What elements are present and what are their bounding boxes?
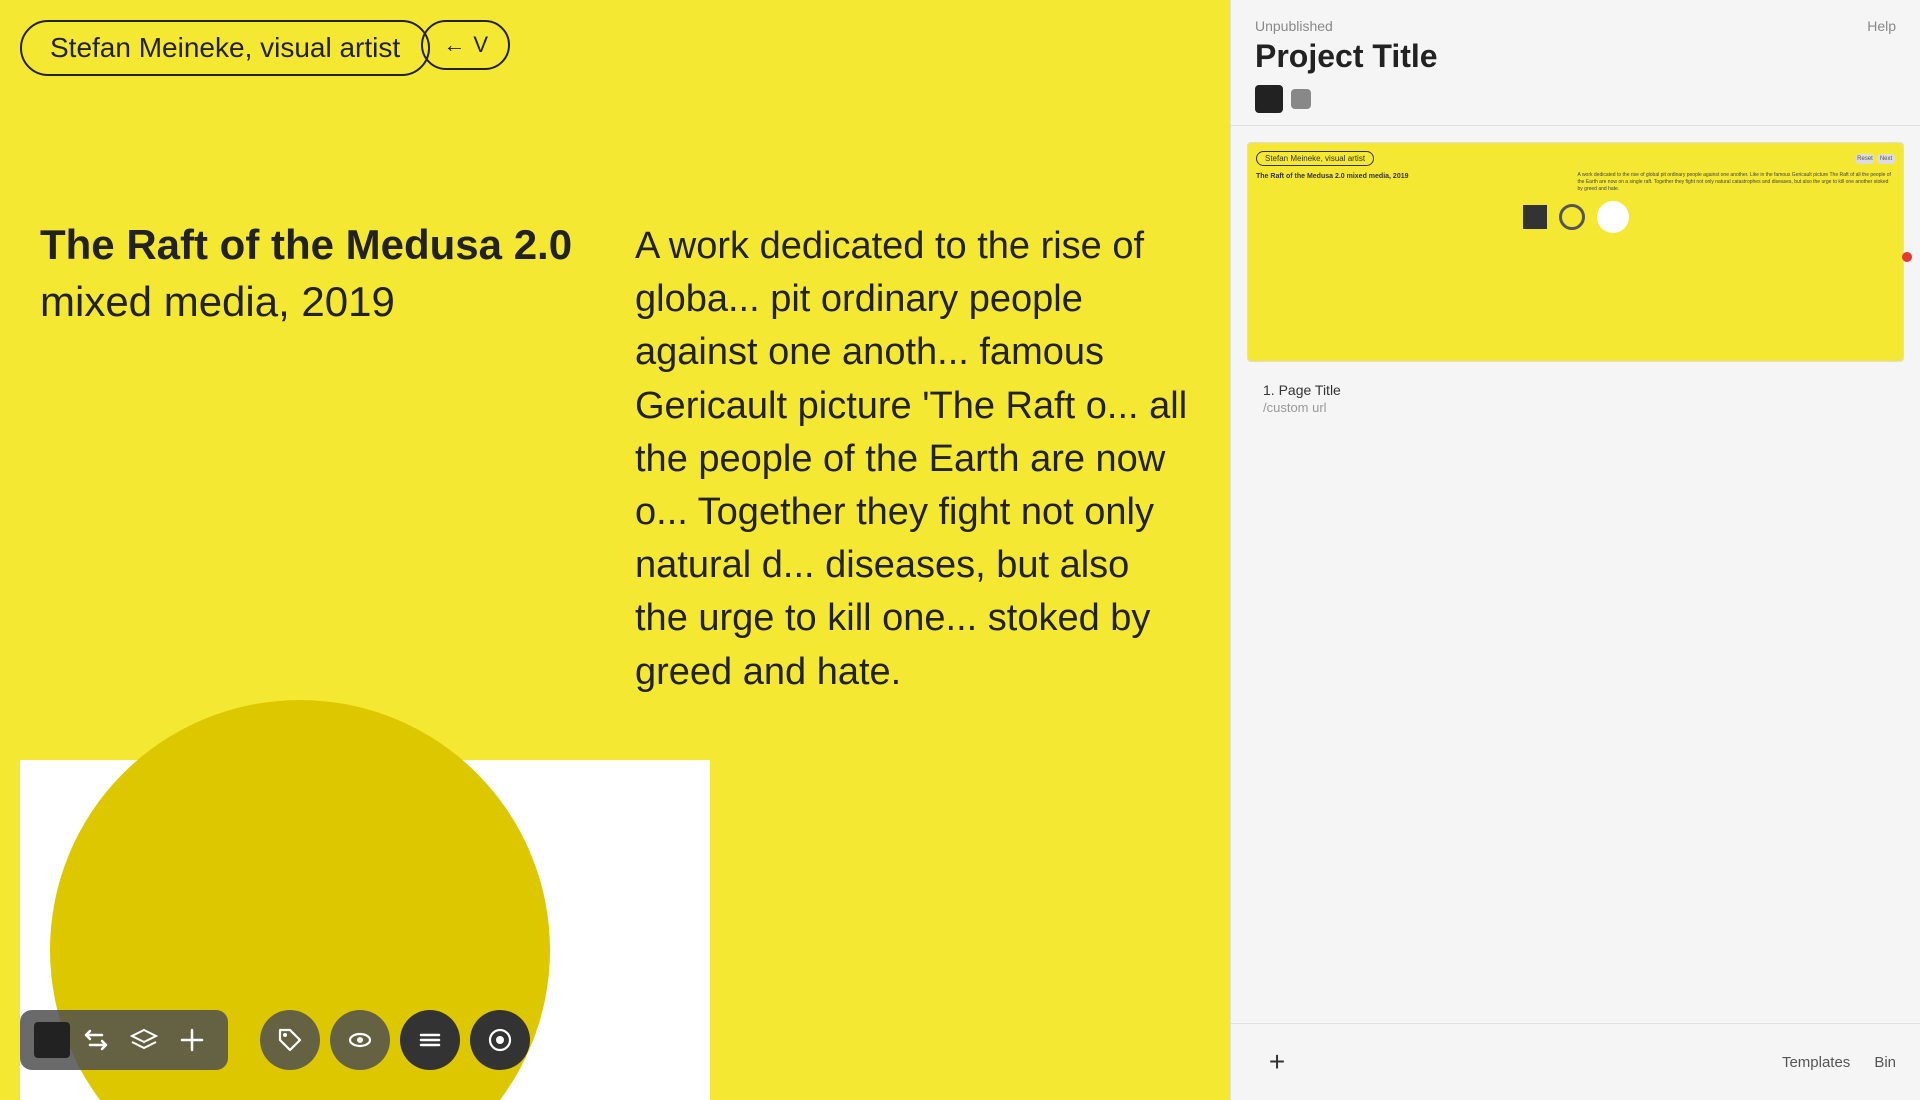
thumb-circle-outline-shape — [1559, 204, 1585, 230]
thumb-next-btn[interactable]: Next — [1877, 154, 1895, 164]
bottom-toolbar — [20, 1010, 228, 1070]
page-list-label: 1. Page Title — [1263, 382, 1888, 398]
templates-button[interactable]: Templates — [1782, 1054, 1850, 1071]
thumb-content: The Raft of the Medusa 2.0 mixed media, … — [1256, 172, 1895, 193]
plus-icon — [178, 1026, 206, 1054]
artwork-description: A work dedicated to the rise of globa...… — [635, 160, 1190, 699]
page-thumbnail[interactable]: Stefan Meineke, visual artist Reset Next… — [1247, 142, 1904, 362]
add-page-button[interactable]: + — [1255, 1040, 1299, 1084]
swap-icon — [82, 1026, 110, 1054]
back-arrow-icon[interactable]: ← — [443, 32, 465, 58]
publish-status: Unpublished — [1255, 18, 1333, 34]
content-area: The Raft of the Medusa 2.0 mixed media, … — [0, 120, 1230, 699]
thumb-buttons: Reset Next — [1856, 154, 1895, 164]
black-square-tool[interactable] — [34, 1022, 70, 1058]
thumb-shapes — [1256, 201, 1895, 233]
site-title-pill[interactable]: Stefan Meineke, visual artist — [20, 20, 430, 76]
artwork-description-area: A work dedicated to the rise of globa...… — [635, 160, 1190, 699]
settings-tool-button[interactable] — [470, 1010, 530, 1070]
thumbnail-area: Stefan Meineke, visual artist Reset Next… — [1231, 126, 1920, 1023]
thumb-reset-btn[interactable]: Reset — [1856, 154, 1874, 164]
swap-tool[interactable] — [74, 1018, 118, 1062]
eye-icon — [346, 1026, 374, 1054]
panel-bottom-actions: Templates Bin — [1782, 1054, 1896, 1071]
help-link[interactable]: Help — [1867, 18, 1896, 34]
page-list: 1. Page Title /custom url — [1247, 362, 1904, 435]
thumb-circle-white-shape — [1597, 201, 1629, 233]
right-panel: Unpublished Help Project Title Stefan Me… — [1230, 0, 1920, 1100]
artwork-info: The Raft of the Medusa 2.0 mixed media, … — [40, 160, 595, 699]
layers-tool[interactable] — [122, 1018, 166, 1062]
bottom-right-tools — [260, 1010, 530, 1070]
main-canvas: Stefan Meineke, visual artist ← V The Ra… — [0, 0, 1230, 1100]
tag-icon — [276, 1026, 304, 1054]
panel-colors — [1255, 85, 1896, 113]
nav-pill[interactable]: ← V — [421, 20, 510, 70]
panel-header: Unpublished Help Project Title — [1231, 0, 1920, 126]
view-tool-button[interactable] — [330, 1010, 390, 1070]
hamburger-icon — [416, 1026, 444, 1054]
thumbnail-inner: Stefan Meineke, visual artist Reset Next… — [1248, 143, 1903, 361]
add-tool[interactable] — [170, 1018, 214, 1062]
thumb-title-pill: Stefan Meineke, visual artist — [1256, 151, 1374, 166]
artwork-title: The Raft of the Medusa 2.0 — [40, 220, 595, 270]
panel-title[interactable]: Project Title — [1255, 38, 1896, 75]
thumb-header: Stefan Meineke, visual artist Reset Next — [1256, 151, 1895, 166]
menu-tool-button[interactable] — [400, 1010, 460, 1070]
thumb-left-text: The Raft of the Medusa 2.0 mixed media, … — [1256, 172, 1574, 193]
tag-tool-button[interactable] — [260, 1010, 320, 1070]
bin-button[interactable]: Bin — [1874, 1054, 1896, 1071]
panel-status-row: Unpublished Help — [1255, 18, 1896, 34]
top-right-nav: ← V — [421, 20, 510, 70]
artwork-meta: mixed media, 2019 — [40, 278, 595, 326]
user-initial: V — [473, 32, 488, 58]
site-header: Stefan Meineke, visual artist — [20, 20, 430, 76]
panel-bottom: + Templates Bin — [1231, 1023, 1920, 1100]
thumb-right-text: A work dedicated to the rise of global p… — [1578, 172, 1896, 193]
color-swatch-gray[interactable] — [1291, 89, 1311, 109]
thumb-square-shape — [1523, 205, 1547, 229]
thumbnail-wrapper: Stefan Meineke, visual artist Reset Next… — [1247, 142, 1904, 362]
color-swatch-dark[interactable] — [1255, 85, 1283, 113]
page-list-item[interactable]: 1. Page Title /custom url — [1263, 374, 1888, 423]
layers-icon — [130, 1026, 158, 1054]
page-list-url: /custom url — [1263, 400, 1888, 415]
settings-icon — [486, 1026, 514, 1054]
red-dot-indicator — [1902, 252, 1912, 262]
